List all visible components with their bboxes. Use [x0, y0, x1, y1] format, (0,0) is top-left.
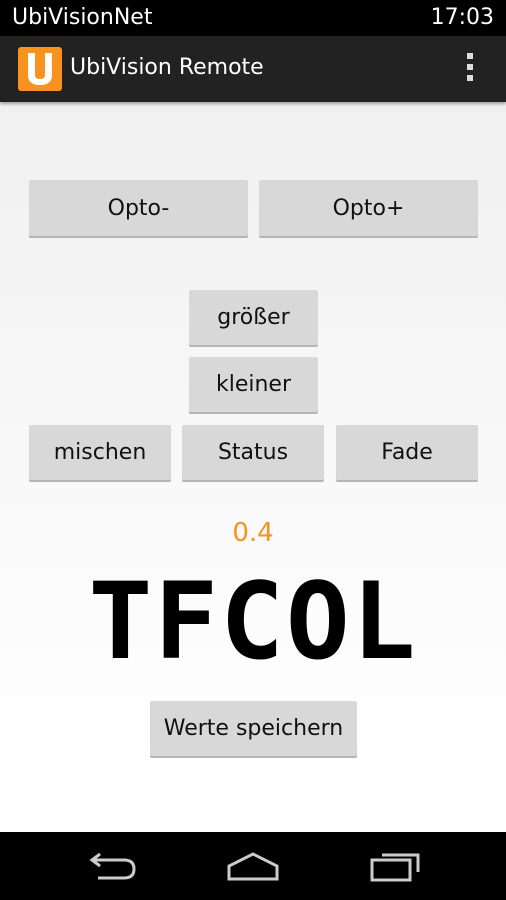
fade-button[interactable]: Fade — [336, 425, 478, 480]
home-icon[interactable] — [226, 850, 280, 882]
mischen-button[interactable]: mischen — [29, 425, 171, 480]
carrier-name: UbiVisionNet — [12, 5, 153, 30]
save-values-button[interactable]: Werte speichern — [150, 701, 357, 756]
groesser-button[interactable]: größer — [189, 290, 318, 345]
clock: 17:03 — [430, 5, 494, 30]
status-button[interactable]: Status — [182, 425, 324, 480]
status-bar: UbiVisionNet 17:03 — [0, 0, 506, 36]
app-logo-icon[interactable] — [18, 47, 62, 91]
back-icon[interactable] — [88, 850, 138, 882]
opto-minus-button[interactable]: Opto- — [29, 180, 248, 236]
overflow-menu-icon[interactable] — [466, 53, 474, 85]
opto-plus-button[interactable]: Opto+ — [259, 180, 478, 236]
value-display: 0.4 — [232, 518, 274, 548]
kleiner-button[interactable]: kleiner — [189, 357, 318, 412]
navigation-bar — [0, 832, 506, 900]
tfcol-display: TFCOL — [88, 560, 418, 683]
recents-icon[interactable] — [370, 850, 422, 882]
action-bar: UbiVision Remote — [0, 36, 506, 102]
app-title: UbiVision Remote — [70, 55, 264, 80]
